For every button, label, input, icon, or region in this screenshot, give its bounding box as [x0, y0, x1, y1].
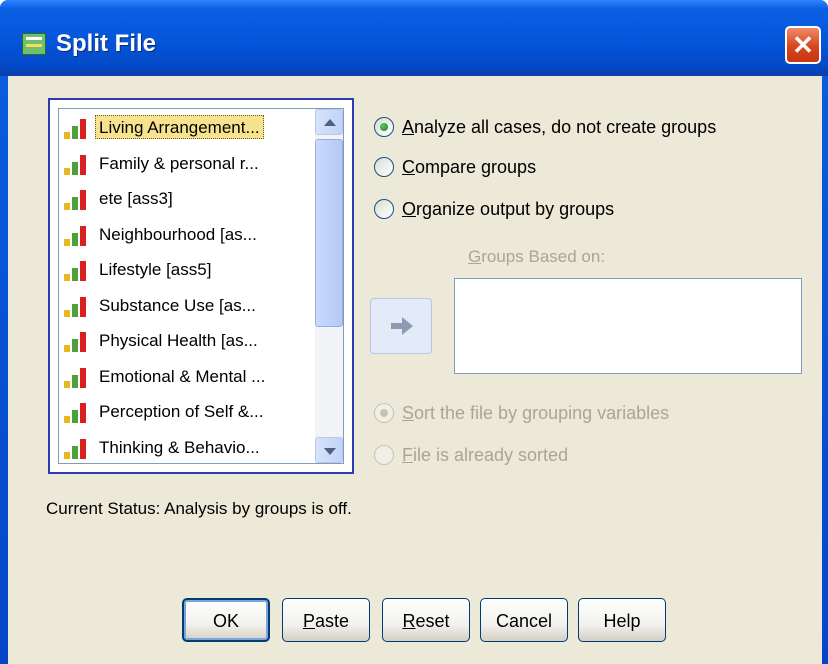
scroll-down-button[interactable]: [315, 437, 343, 463]
ordinal-measure-icon: [64, 332, 90, 352]
compare-groups-radio[interactable]: [374, 157, 394, 177]
split-file-dialog: Split File ✕ Living Arrangement... Family…: [0, 0, 828, 664]
variable-label: Lifestyle [ass5]: [99, 260, 212, 279]
close-button[interactable]: ✕: [785, 26, 821, 64]
variable-list[interactable]: Living Arrangement... Family & personal r…: [48, 98, 354, 474]
variable-list-item[interactable]: Substance Use [as...: [59, 291, 315, 320]
variable-list-item[interactable]: Physical Health [as...: [59, 326, 315, 355]
variable-label: Thinking & Behavio...: [99, 437, 260, 457]
variable-list-item[interactable]: ete [ass3]: [59, 184, 315, 213]
already-sorted-label: File is already sorted: [402, 445, 569, 465]
ordinal-measure-icon: [64, 403, 90, 423]
dialog-title: Split File: [56, 30, 157, 57]
ordinal-measure-icon: [64, 367, 90, 388]
variable-label: Family & personal r...: [99, 153, 259, 173]
organize-output-option[interactable]: Organize output by groups: [374, 196, 714, 224]
variable-list-item[interactable]: Living Arrangement...: [59, 113, 315, 142]
variable-label: Living Arrangement...: [95, 115, 264, 139]
help-button[interactable]: Help: [578, 598, 666, 642]
variable-label: ete [ass3]: [99, 189, 173, 208]
variable-list-item[interactable]: Perception of Self &...: [59, 397, 315, 426]
scroll-up-button[interactable]: [315, 109, 343, 135]
variable-label: Perception of Self &...: [99, 402, 264, 421]
variable-label: Emotional & Mental ...: [99, 366, 266, 386]
cancel-button[interactable]: Cancel: [480, 598, 568, 642]
current-status-text: Current Status: Analysis by groups is of…: [46, 499, 352, 518]
sort-file-radio[interactable]: [374, 403, 394, 423]
spss-app-icon: [22, 33, 46, 55]
variable-list-item[interactable]: Neighbourhood [as...: [59, 220, 315, 249]
analyze-all-label: Analyze all cases, do not create groups: [402, 117, 717, 137]
ordinal-measure-icon: [64, 261, 90, 281]
already-sorted-radio[interactable]: [374, 445, 394, 465]
variable-list-box: Living Arrangement... Family & personal r…: [58, 108, 344, 464]
organize-output-radio[interactable]: [374, 199, 394, 219]
variable-list-item[interactable]: Emotional & Mental ...: [59, 362, 315, 391]
reset-button[interactable]: Reset: [382, 598, 470, 642]
move-variable-button[interactable]: [370, 298, 432, 354]
compare-groups-label: Compare groups: [402, 157, 537, 177]
sort-file-option[interactable]: Sort the file by grouping variables: [374, 400, 754, 428]
variable-list-scrollbar[interactable]: [315, 109, 343, 463]
title-bar[interactable]: Split File ✕: [0, 0, 828, 76]
variable-label: Neighbourhood [as...: [99, 224, 257, 244]
variable-list-item[interactable]: Family & personal r...: [59, 149, 315, 178]
variable-list-item[interactable]: Lifestyle [ass5]: [59, 255, 315, 284]
ok-button[interactable]: OK: [182, 598, 270, 642]
ordinal-measure-icon: [64, 225, 90, 246]
dialog-client-area: Living Arrangement... Family & personal r…: [8, 76, 822, 664]
already-sorted-option[interactable]: File is already sorted: [374, 442, 674, 470]
ordinal-measure-icon: [64, 154, 90, 175]
groups-based-on-list[interactable]: [454, 278, 802, 374]
variable-label: Substance Use [as...: [99, 295, 256, 315]
right-arrow-icon: [391, 317, 413, 335]
analyze-all-option[interactable]: Analyze all cases, do not create groups: [374, 114, 814, 142]
compare-groups-option[interactable]: Compare groups: [374, 154, 674, 182]
variable-label: Physical Health [as...: [99, 331, 258, 350]
groups-based-on-label: Groups Based on:: [468, 247, 606, 266]
ordinal-measure-icon: [64, 190, 90, 210]
ordinal-measure-icon: [64, 119, 90, 139]
ordinal-measure-icon: [64, 296, 90, 317]
organize-output-label: Organize output by groups: [402, 199, 615, 219]
variable-list-item[interactable]: Thinking & Behavio...: [59, 433, 315, 462]
paste-button[interactable]: Paste: [282, 598, 370, 642]
sort-file-label: Sort the file by grouping variables: [402, 403, 670, 423]
scroll-thumb[interactable]: [315, 139, 343, 327]
analyze-all-radio[interactable]: [374, 117, 394, 137]
ordinal-measure-icon: [64, 438, 90, 459]
